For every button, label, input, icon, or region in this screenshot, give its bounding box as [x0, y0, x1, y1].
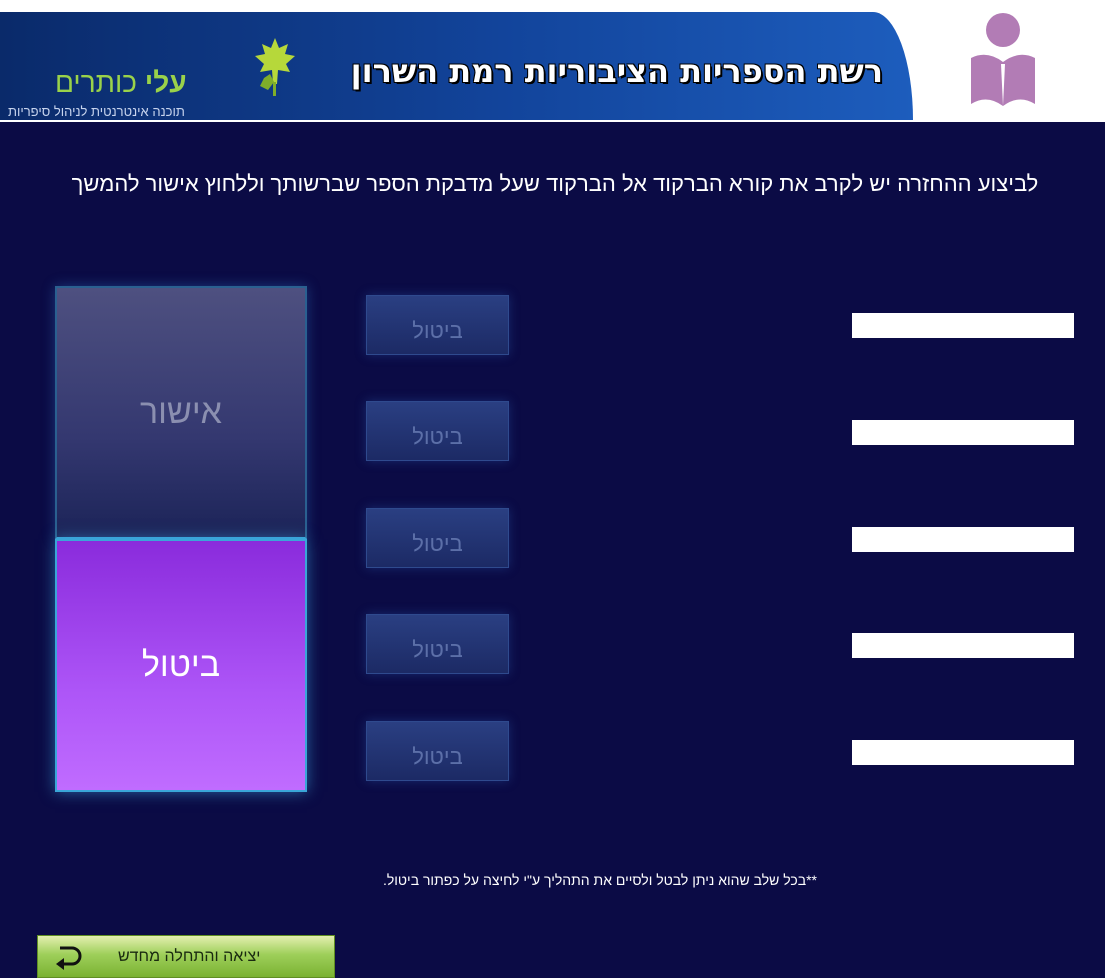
- row-cancel-button[interactable]: ביטול: [366, 508, 509, 568]
- exit-restart-label: יציאה והתחלה מחדש: [118, 948, 261, 965]
- logo-tagline: תוכנה אינטרנטית לניהול סיפריות: [8, 104, 185, 119]
- barcode-input[interactable]: [852, 633, 1074, 658]
- book-reader-icon: [971, 13, 1035, 106]
- page-title: רשת הספריות הציבוריות רמת השרון: [350, 52, 883, 90]
- approve-button[interactable]: אישור: [55, 286, 307, 539]
- cancel-note: **בכל שלב שהוא ניתן לבטל ולסיים את התהלי…: [382, 872, 817, 888]
- barcode-input[interactable]: [852, 527, 1074, 552]
- cancel-button[interactable]: ביטול: [55, 539, 307, 792]
- row-cancel-button[interactable]: ביטול: [366, 614, 509, 674]
- barcode-input[interactable]: [852, 420, 1074, 445]
- row-cancel-button[interactable]: ביטול: [366, 295, 509, 355]
- header-banner: עלי כותרים תוכנה אינטרנטית לניהול סיפריו…: [0, 12, 913, 120]
- header: עלי כותרים תוכנה אינטרנטית לניהול סיפריו…: [0, 0, 1105, 122]
- logo-name: עלי כותרים: [55, 67, 187, 99]
- instruction-text: לביצוע ההחזרה יש לקרב את קורא הברקוד אל …: [71, 171, 1039, 196]
- logo-name-part2: כותרים: [55, 67, 137, 98]
- row-cancel-button[interactable]: ביטול: [366, 721, 509, 781]
- barcode-input[interactable]: [852, 313, 1074, 338]
- barcode-input[interactable]: [852, 740, 1074, 765]
- leaf-icon: [255, 38, 295, 96]
- row-cancel-button[interactable]: ביטול: [366, 401, 509, 461]
- return-arrow-icon: [56, 946, 82, 970]
- logo-name-part1: עלי: [144, 67, 187, 98]
- exit-restart-button[interactable]: יציאה והתחלה מחדש: [37, 935, 335, 978]
